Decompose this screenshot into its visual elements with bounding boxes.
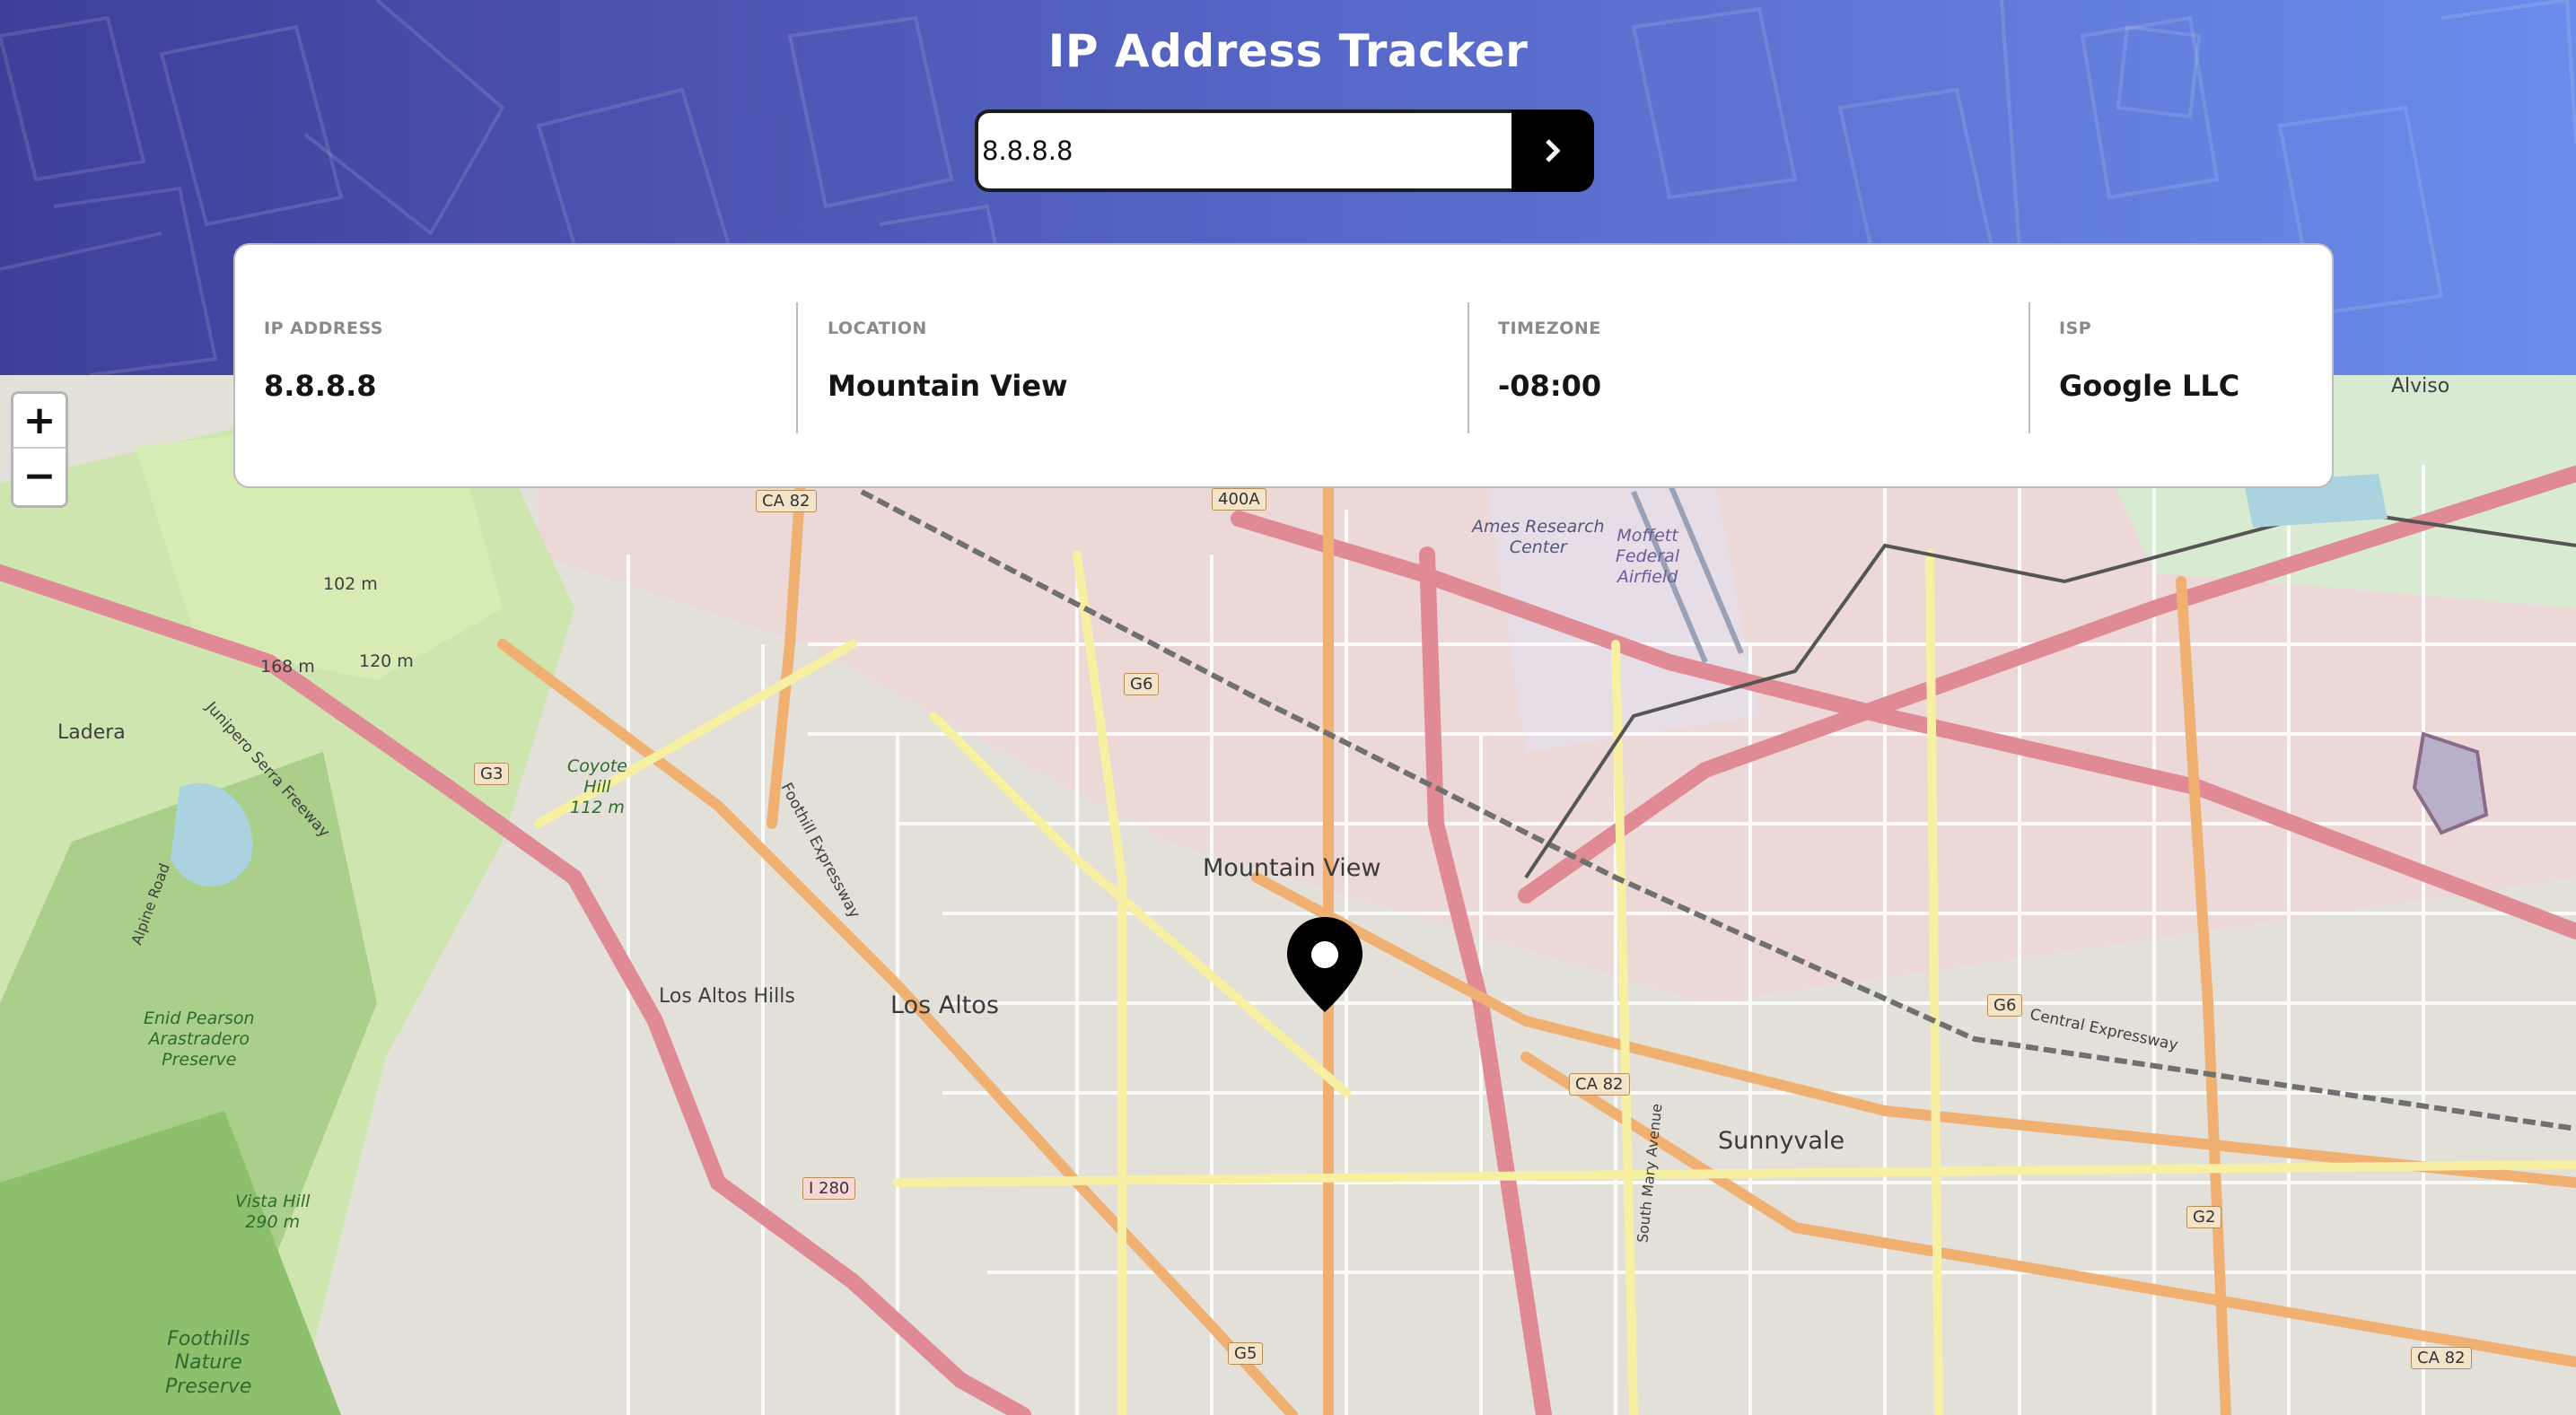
map-label-los-altos: Los Altos [890,991,999,1019]
ip-search-input[interactable] [975,109,1511,192]
chevron-right-icon [1546,139,1561,162]
info-card: IP ADDRESS 8.8.8.8 LOCATION Mountain Vie… [233,243,2334,488]
location-value: Mountain View [828,369,1068,403]
map-label-peak-102: 102 m [323,574,378,594]
map-label-alviso: Alviso [2391,375,2450,397]
road-shield: G6 [1987,994,2023,1017]
map-label-peak-168: 168 m [260,657,315,677]
divider [796,302,798,433]
road-shield: 400A [1212,488,1266,511]
timezone-label: TIMEZONE [1498,319,1601,338]
ip-label: IP ADDRESS [264,319,383,338]
isp-value: Google LLC [2059,369,2240,403]
map-tiles [0,375,2576,1415]
location-label: LOCATION [828,319,927,338]
map-label-los-altos-hills: Los Altos Hills [659,985,795,1008]
zoom-out-button[interactable]: − [13,449,66,503]
road-shield: I 280 [802,1177,856,1200]
map-label-peak-120: 120 m [359,651,414,671]
map[interactable]: Mountain View Sunnyvale Los Altos Los Al… [0,375,2576,1415]
road-shield: G6 [1124,673,1160,695]
road-shield: CA 82 [1569,1073,1630,1096]
timezone-value: -08:00 [1498,369,1602,403]
road-shield: CA 82 [756,490,817,512]
search-bar [975,109,1594,192]
road-shield: G2 [2186,1206,2222,1228]
divider [2028,302,2030,433]
map-label-moffett: Moffett Federal Airfield [1616,526,1680,587]
map-label-foothills: Foothills Nature Preserve [165,1328,252,1398]
divider [1468,302,1469,433]
map-label-vista-hill: Vista Hill 290 m [235,1192,311,1232]
zoom-control: + − [11,391,68,508]
map-label-enid-pearson: Enid Pearson Arastradero Preserve [144,1009,255,1070]
road-shield: CA 82 [2411,1347,2472,1369]
isp-label: ISP [2059,319,2092,338]
zoom-in-button[interactable]: + [13,394,66,449]
page-title: IP Address Tracker [1047,25,1529,77]
road-shield: G3 [474,763,510,785]
search-submit-button[interactable] [1511,109,1594,192]
ip-value: 8.8.8.8 [264,369,377,403]
road-shield: G5 [1228,1342,1264,1365]
map-label-ladera: Ladera [57,721,126,744]
location-marker-icon[interactable] [1284,915,1366,1014]
map-label-coyote-hill: Coyote Hill 112 m [567,756,627,817]
map-label-ames: Ames Research Center [1472,517,1605,557]
map-label-sunnyvale: Sunnyvale [1718,1127,1845,1155]
map-label-mountain-view: Mountain View [1203,854,1381,882]
